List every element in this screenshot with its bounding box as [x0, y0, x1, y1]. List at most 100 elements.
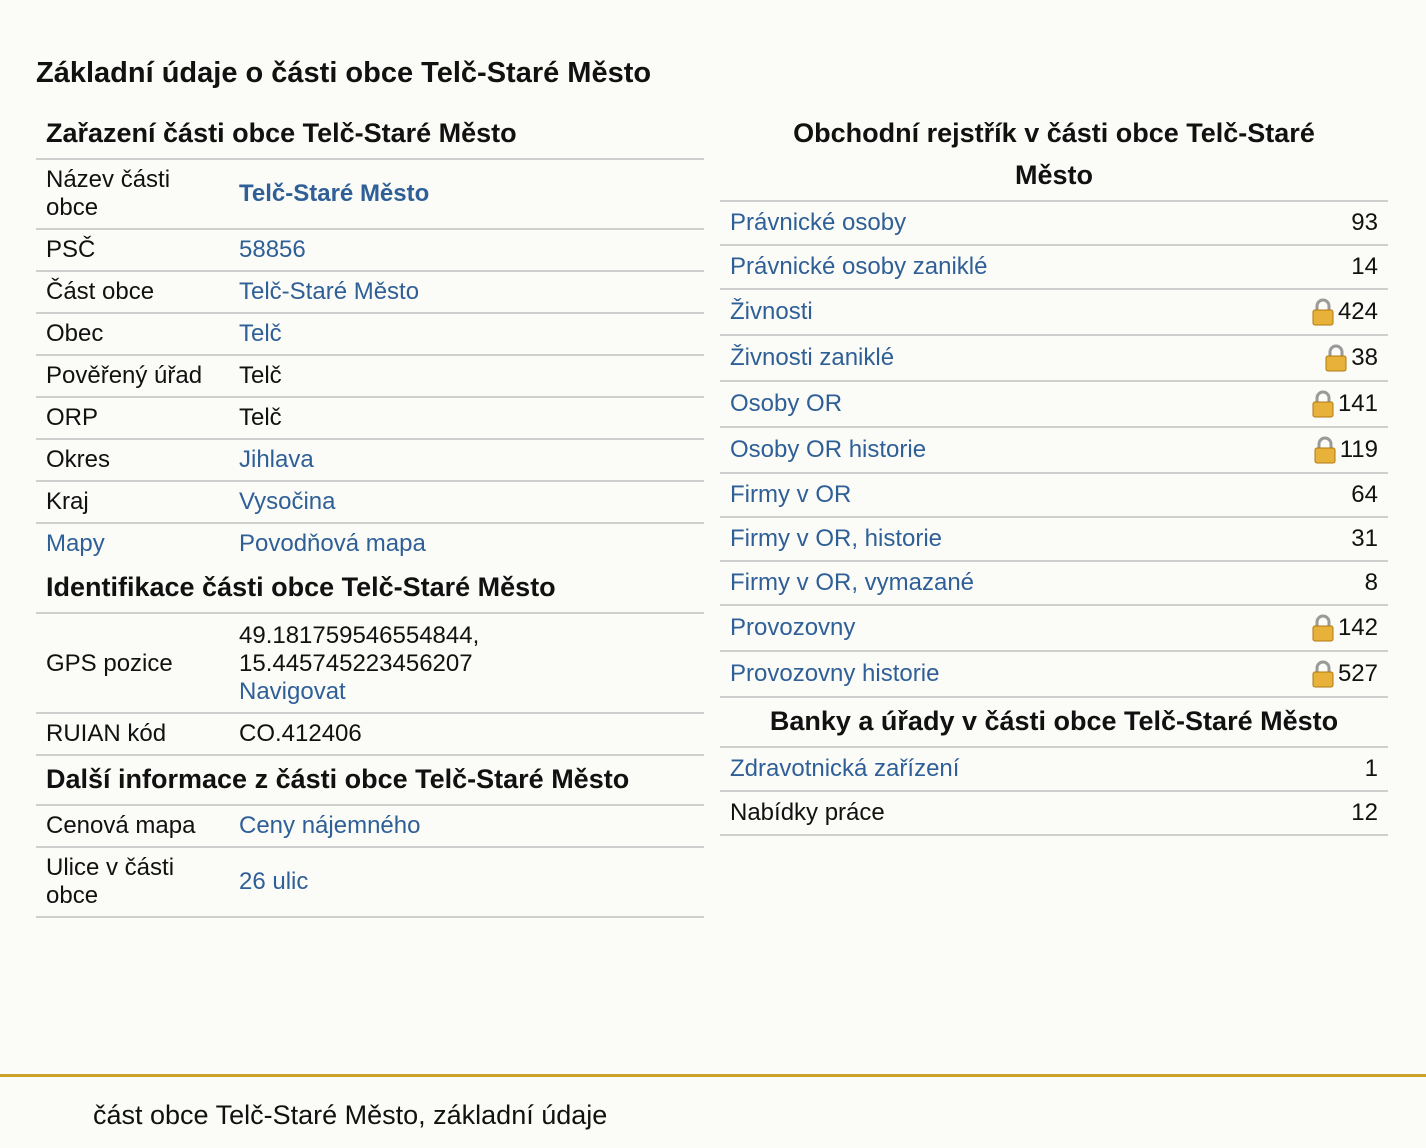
row-cast-obce: Část obce Telč-Staré Město [36, 272, 704, 314]
identifikace-heading: Identifikace části obce Telč-Staré Město [36, 564, 704, 614]
obchodni-row: Osoby OR historie 119 [720, 428, 1388, 474]
obchodni-row-count: 142 [1337, 614, 1378, 641]
row-key: Obec [46, 320, 104, 347]
row-key: Kraj [46, 488, 89, 515]
obchodni-row-count-wrap: 8 [1365, 569, 1378, 597]
row-mapy: Mapy Povodňová mapa [36, 524, 704, 564]
zdravotnicka-link[interactable]: Zdravotnická zařízení [730, 755, 959, 783]
obchodni-row-link[interactable]: Provozovny [730, 614, 855, 642]
row-gps: GPS pozice 49.181759546554844, 15.445745… [36, 614, 704, 714]
kraj-link[interactable]: Vysočina [239, 488, 336, 515]
obchodni-row-link[interactable]: Firmy v OR [730, 481, 851, 509]
obchodni-row-count: 119 [1339, 436, 1378, 463]
zarazeni-heading: Zařazení části obce Telč-Staré Město [36, 110, 704, 160]
okres-link[interactable]: Jihlava [239, 446, 314, 473]
obchodni-row-count: 31 [1351, 525, 1378, 552]
row-key: GPS pozice [46, 650, 173, 677]
povereny-urad-value: Telč [239, 362, 282, 389]
row-key: Okres [46, 446, 111, 473]
obchodni-row: Právnické osoby 93 [720, 202, 1388, 246]
obchodni-row-link[interactable]: Provozovny historie [730, 660, 939, 688]
obchodni-row-count: 527 [1337, 660, 1378, 687]
obchodni-row-link[interactable]: Osoby OR [730, 390, 842, 418]
navigovat-link[interactable]: Navigovat [239, 678, 346, 705]
obec-link[interactable]: Telč [239, 320, 282, 347]
obchodni-row-count-wrap: 527 [1312, 660, 1378, 688]
obchodni-row-link[interactable]: Firmy v OR, vymazané [730, 569, 974, 597]
banky-heading: Banky a úřady v části obce Telč-Staré Mě… [720, 698, 1388, 748]
obchodni-row-link[interactable]: Živnosti [730, 298, 813, 326]
right-column: Obchodní rejstřík v části obce Telč-Star… [720, 110, 1388, 836]
row-key: ORP [46, 404, 99, 431]
row-key: Cenová mapa [46, 812, 196, 839]
obchodni-row-count-wrap: 31 [1351, 525, 1378, 553]
obchodni-row: Osoby OR 141 [720, 382, 1388, 428]
row-key: PSČ [46, 236, 96, 263]
obchodni-row-count: 424 [1337, 298, 1378, 325]
row-psc: PSČ 58856 [36, 230, 704, 272]
lock-icon [1312, 660, 1334, 688]
ruian-value: CO.412406 [239, 720, 362, 747]
row-kraj: Kraj Vysočina [36, 482, 704, 524]
mapy-link[interactable]: Mapy [46, 530, 105, 557]
lock-icon [1312, 298, 1334, 326]
obchodni-row-link[interactable]: Živnosti zaniklé [730, 344, 894, 372]
lock-icon [1314, 436, 1336, 464]
obchodni-row-count-wrap: 93 [1351, 209, 1378, 237]
row-key: Ulice v části obce [46, 854, 175, 909]
lock-icon [1312, 614, 1334, 642]
row-key: Název části obce [46, 166, 171, 221]
obchodni-row-link[interactable]: Osoby OR historie [730, 436, 926, 464]
obchodni-list: Právnické osoby 93 Právnické osoby zaniklé… [720, 202, 1388, 698]
obchodni-row-count-wrap: 14 [1351, 253, 1378, 281]
row-cenova-mapa: Cenová mapa Ceny nájemného [36, 806, 704, 848]
row-key: Část obce [46, 278, 155, 305]
row-key: RUIAN kód [46, 720, 167, 747]
obchodni-row-link[interactable]: Právnické osoby [730, 209, 906, 237]
zdravotnicka-count: 1 [1364, 755, 1378, 782]
obchodni-row-count: 141 [1337, 390, 1378, 417]
obchodni-row-count: 38 [1351, 344, 1378, 371]
row-orp: ORP Telč [36, 398, 704, 440]
obchodni-row: Firmy v OR, vymazané 8 [720, 562, 1388, 606]
obchodni-row-count: 14 [1351, 253, 1378, 280]
obchodni-row-count-wrap: 141 [1312, 390, 1378, 418]
obchodni-row-link[interactable]: Právnické osoby zaniklé [730, 253, 987, 281]
footer-text: část obce Telč-Staré Město, základní úda… [93, 1100, 608, 1130]
ceny-najemneho-link[interactable]: Ceny nájemného [239, 812, 420, 839]
lock-icon [1312, 390, 1334, 418]
row-zdravotnicka: Zdravotnická zařízení 1 [720, 748, 1388, 792]
gps-lon: 15.445745223456207 [239, 650, 473, 677]
row-key: Pověřený úřad [46, 362, 203, 389]
footer-rule [0, 1074, 1426, 1077]
obchodni-row-count-wrap: 424 [1312, 298, 1378, 326]
cast-obce-link[interactable]: Telč-Staré Město [239, 278, 419, 305]
obchodni-row-count: 93 [1351, 209, 1378, 236]
obchodni-row: Živnosti 424 [720, 290, 1388, 336]
row-ruian: RUIAN kód CO.412406 [36, 714, 704, 756]
obchodni-row: Firmy v OR, historie 31 [720, 518, 1388, 562]
obchodni-row: Provozovny 142 [720, 606, 1388, 652]
lock-icon [1325, 344, 1347, 372]
obchodni-row-count: 8 [1364, 569, 1378, 596]
row-nabidky-prace: Nabídky práce 12 [720, 792, 1388, 836]
row-obec: Obec Telč [36, 314, 704, 356]
row-ulice: Ulice v části obce 26 ulic [36, 848, 704, 918]
obchodni-row-count-wrap: 142 [1312, 614, 1378, 642]
dalsi-heading: Další informace z části obce Telč-Staré … [36, 756, 704, 806]
row-nazev: Název části obce Telč-Staré Město [36, 160, 704, 230]
obchodni-heading: Obchodní rejstřík v části obce Telč-Star… [720, 110, 1388, 202]
nabidky-prace-count: 12 [1351, 799, 1378, 826]
row-okres: Okres Jihlava [36, 440, 704, 482]
obchodni-row-count-wrap: 64 [1351, 481, 1378, 509]
psc-link[interactable]: 58856 [239, 236, 306, 263]
gps-lat: 49.181759546554844, [239, 622, 480, 649]
povodnova-mapa-link[interactable]: Povodňová mapa [239, 530, 426, 557]
obchodni-row: Provozovny historie 527 [720, 652, 1388, 698]
ulice-link[interactable]: 26 ulic [239, 868, 308, 895]
nazev-link[interactable]: Telč-Staré Město [239, 180, 429, 207]
row-povereny-urad: Pověřený úřad Telč [36, 356, 704, 398]
obchodni-row-link[interactable]: Firmy v OR, historie [730, 525, 942, 553]
obchodni-row-count-wrap: 119 [1314, 436, 1378, 464]
nabidky-prace-label: Nabídky práce [730, 799, 885, 826]
